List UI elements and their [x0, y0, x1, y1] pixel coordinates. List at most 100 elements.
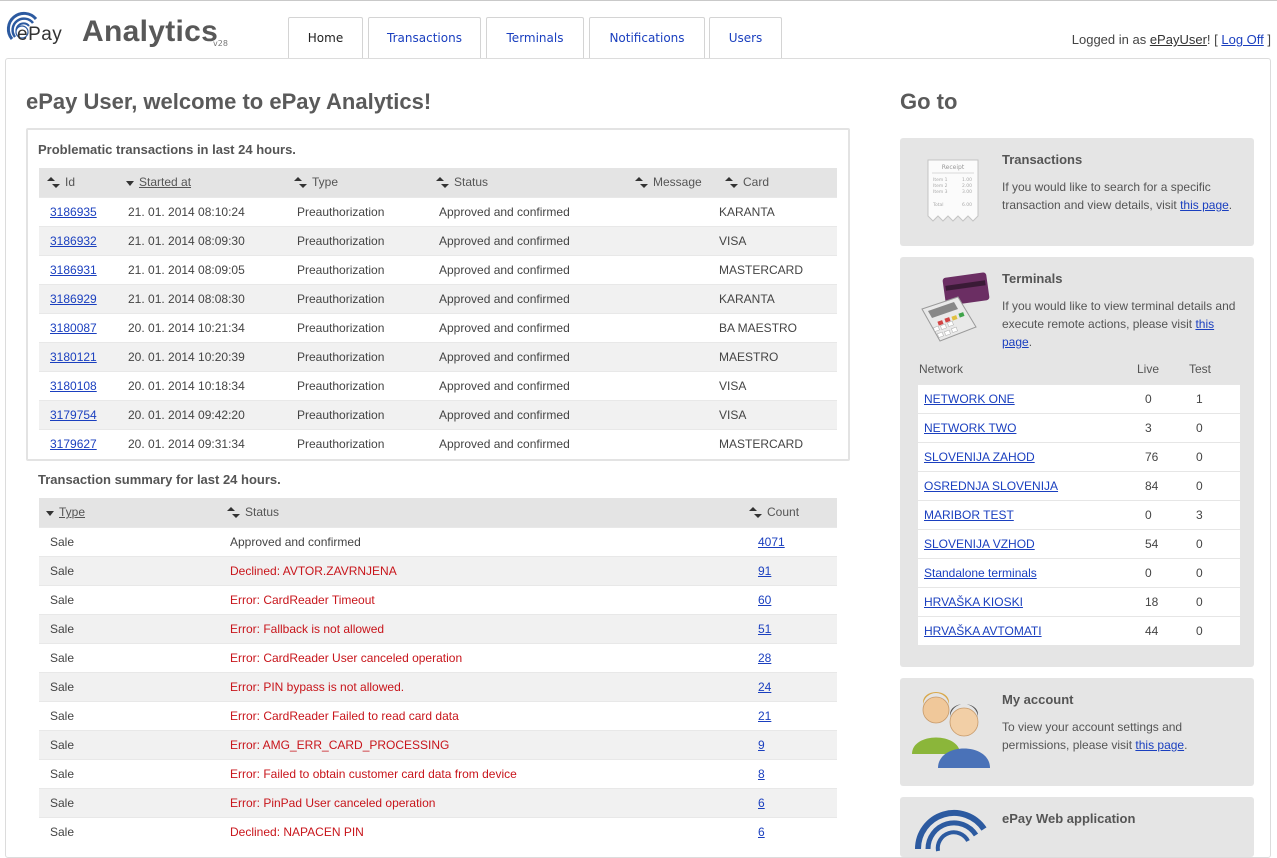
cell-summary-type: Sale — [39, 555, 219, 585]
table-row[interactable]: Sale Error: PinPad User canceled operatio… — [39, 787, 837, 817]
table-row[interactable]: Sale Error: Fallback is not allowed 51 — [39, 613, 837, 643]
table-row[interactable]: Sale Error: AMG_ERR_CARD_PROCESSING 9 — [39, 729, 837, 759]
problematic-title: Problematic transactions in last 24 hour… — [38, 142, 296, 157]
sort-down-icon — [126, 175, 139, 189]
goto-account-link[interactable]: this page — [1135, 738, 1184, 752]
transaction-id-link[interactable]: 3179627 — [50, 437, 97, 451]
col-header-summary-count[interactable]: Count — [741, 498, 837, 527]
table-row[interactable]: Sale Error: CardReader Timeout 60 — [39, 584, 837, 614]
tab-notifications[interactable]: Notifications — [589, 17, 705, 59]
cell-type: Preauthorization — [286, 196, 428, 226]
transaction-id-link[interactable]: 3186935 — [50, 205, 97, 219]
network-link[interactable]: NETWORK ONE — [924, 392, 1015, 406]
network-link[interactable]: MARIBOR TEST — [924, 508, 1014, 522]
table-row[interactable]: SLOVENIJA VZHOD 54 0 — [918, 528, 1240, 558]
table-row[interactable]: 3179754 20. 01. 2014 09:42:20 Preauthoriza… — [39, 399, 837, 429]
table-row[interactable]: Sale Approved and confirmed 4071 — [39, 526, 837, 556]
table-row[interactable]: 3186932 21. 01. 2014 08:09:30 Preauthoriza… — [39, 225, 837, 255]
transaction-id-link[interactable]: 3180108 — [50, 379, 97, 393]
count-link[interactable]: 21 — [758, 709, 771, 723]
cell-summary-count: 60 — [741, 584, 837, 614]
transaction-id-link[interactable]: 3186929 — [50, 292, 97, 306]
table-row[interactable]: OSREDNJA SLOVENIJA 84 0 — [918, 470, 1240, 500]
table-row[interactable]: 3186929 21. 01. 2014 08:08:30 Preauthoriza… — [39, 283, 837, 313]
table-row[interactable]: 3179627 20. 01. 2014 09:31:34 Preauthoriza… — [39, 428, 837, 458]
count-link[interactable]: 6 — [758, 796, 765, 810]
goto-transactions-link[interactable]: this page — [1180, 198, 1229, 212]
count-link[interactable]: 6 — [758, 825, 765, 839]
table-row[interactable]: MARIBOR TEST 0 3 — [918, 499, 1240, 529]
count-link[interactable]: 28 — [758, 651, 771, 665]
app-title: Analytics — [82, 15, 219, 48]
cell-status: Approved and confirmed — [428, 312, 627, 342]
cell-type: Preauthorization — [286, 283, 428, 313]
transaction-id-link[interactable]: 3186932 — [50, 234, 97, 248]
table-row[interactable]: Sale Declined: AVTOR.ZAVRNJENA 91 — [39, 555, 837, 585]
table-row[interactable]: Sale Error: PIN bypass is not allowed. 24 — [39, 671, 837, 701]
cell-summary-status: Error: Fallback is not allowed — [219, 613, 741, 643]
network-link[interactable]: Standalone terminals — [924, 566, 1037, 580]
tab-transactions[interactable]: Transactions — [368, 17, 481, 59]
network-link[interactable]: SLOVENIJA ZAHOD — [924, 450, 1035, 464]
table-row[interactable]: Sale Declined: NAPACEN PIN 6 — [39, 816, 837, 846]
network-link[interactable]: HRVAŠKA KIOSKI — [924, 595, 1023, 609]
tab-home[interactable]: Home — [288, 17, 363, 60]
cell-summary-status: Error: Failed to obtain customer card da… — [219, 758, 741, 788]
count-link[interactable]: 24 — [758, 680, 771, 694]
transaction-id-link[interactable]: 3179754 — [50, 408, 97, 422]
tab-users[interactable]: Users — [709, 17, 782, 59]
header: ePay Analytics v28 Home Transactions Ter… — [0, 1, 1277, 60]
transaction-id-link[interactable]: 3186931 — [50, 263, 97, 277]
table-row[interactable]: Standalone terminals 0 0 — [918, 557, 1240, 587]
cell-type: Preauthorization — [286, 341, 428, 371]
svg-text:Item 3: Item 3 — [933, 189, 948, 195]
table-row[interactable]: HRVAŠKA KIOSKI 18 0 — [918, 586, 1240, 616]
count-link[interactable]: 4071 — [758, 535, 785, 549]
count-link[interactable]: 9 — [758, 738, 765, 752]
transaction-id-link[interactable]: 3180121 — [50, 350, 97, 364]
network-link[interactable]: HRVAŠKA AVTOMATI — [924, 624, 1042, 638]
cell-card: MAESTRO — [717, 341, 837, 371]
count-link[interactable]: 51 — [758, 622, 771, 636]
col-header-summary-status[interactable]: Status — [219, 498, 741, 527]
table-row[interactable]: 3180087 20. 01. 2014 10:21:34 Preauthoriza… — [39, 312, 837, 342]
table-row[interactable]: NETWORK TWO 3 0 — [918, 412, 1240, 442]
table-row[interactable]: HRVAŠKA AVTOMATI 44 0 — [918, 615, 1240, 645]
col-header-type[interactable]: Type — [286, 168, 428, 197]
cell-summary-type: Sale — [39, 613, 219, 643]
table-header-row: Id Started at Type Status Message Card — [39, 168, 837, 197]
network-link[interactable]: SLOVENIJA VZHOD — [924, 537, 1035, 551]
col-header-started[interactable]: Started at — [118, 168, 286, 197]
cell-summary-type: Sale — [39, 526, 219, 556]
cell-test: 0 — [1189, 470, 1240, 500]
table-row[interactable]: NETWORK ONE 0 1 — [918, 383, 1240, 413]
goto-webapp-title: ePay Web application — [1002, 811, 1136, 826]
table-row[interactable]: 3186935 21. 01. 2014 08:10:24 Preauthoriza… — [39, 196, 837, 226]
col-header-summary-type[interactable]: Type — [39, 498, 219, 527]
table-row[interactable]: 3180108 20. 01. 2014 10:18:34 Preauthoriza… — [39, 370, 837, 400]
col-header-card[interactable]: Card — [717, 168, 837, 197]
login-user[interactable]: ePayUser — [1150, 32, 1207, 47]
transaction-id-link[interactable]: 3180087 — [50, 321, 97, 335]
tab-terminals[interactable]: Terminals — [486, 17, 584, 59]
login-mid: ! [ — [1206, 32, 1222, 47]
col-header-status[interactable]: Status — [428, 168, 627, 197]
epay-logo[interactable]: ePay — [6, 11, 76, 51]
logoff-link[interactable]: Log Off — [1221, 32, 1263, 47]
table-row[interactable]: 3180121 20. 01. 2014 10:20:39 Preauthoriza… — [39, 341, 837, 371]
table-row[interactable]: 3186931 21. 01. 2014 08:09:05 Preauthoriza… — [39, 254, 837, 284]
count-link[interactable]: 60 — [758, 593, 771, 607]
network-link[interactable]: NETWORK TWO — [924, 421, 1016, 435]
network-link[interactable]: OSREDNJA SLOVENIJA — [924, 479, 1058, 493]
col-header-message[interactable]: Message — [627, 168, 717, 197]
count-link[interactable]: 91 — [758, 564, 771, 578]
cell-card: BA MAESTRO — [717, 312, 837, 342]
cell-started: 20. 01. 2014 09:31:34 — [118, 428, 286, 458]
table-row[interactable]: SLOVENIJA ZAHOD 76 0 — [918, 441, 1240, 471]
col-header-id[interactable]: Id — [39, 168, 118, 197]
table-row[interactable]: Sale Error: CardReader User canceled oper… — [39, 642, 837, 672]
count-link[interactable]: 8 — [758, 767, 765, 781]
users-icon — [912, 692, 990, 768]
table-row[interactable]: Sale Error: CardReader Failed to read car… — [39, 700, 837, 730]
table-row[interactable]: Sale Error: Failed to obtain customer car… — [39, 758, 837, 788]
